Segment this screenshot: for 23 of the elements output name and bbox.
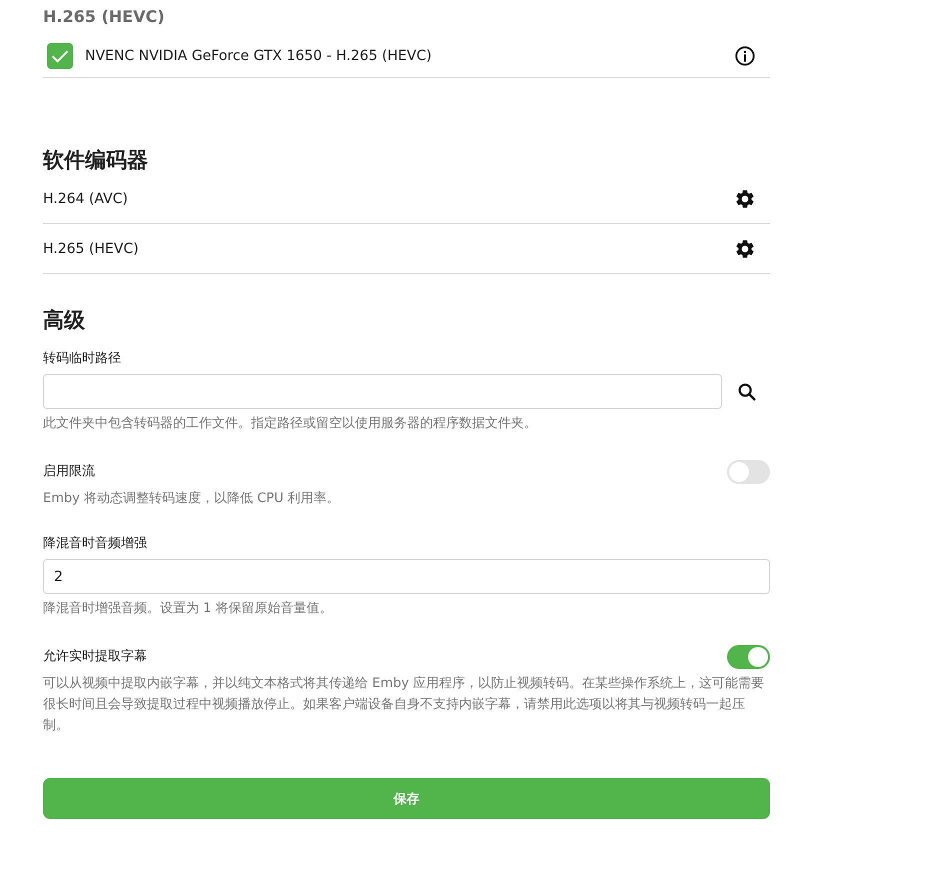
settings-icon[interactable] — [734, 188, 756, 210]
search-icon[interactable] — [736, 380, 758, 402]
checkbox[interactable] — [47, 43, 73, 69]
toggle-label: 允许实时提取字幕 — [43, 648, 147, 666]
settings-icon[interactable] — [734, 238, 756, 260]
field-label: 转码临时路径 — [43, 350, 122, 368]
help-text: 降混音时增强音频。设置为 1 将保留原始音量值。 — [43, 600, 334, 618]
help-text: 可以从视频中提取内嵌字幕，并以纯文本格式将其传递给 Emby 应用程序，以防止视频转码。在某些操作系统上，这可能需要很长时间且会导致提取过程中视频播放停止。如果客户端设备自身不支持内嵌字幕，请禁用此选项以将其与视频转码一起压制。 — [43, 675, 766, 735]
section-heading: 高级 — [43, 307, 86, 334]
section-heading: 软件编码器 — [43, 147, 149, 174]
info-icon[interactable] — [734, 45, 756, 67]
path-field[interactable] — [43, 374, 722, 409]
field-label: 降混音时音频增强 — [43, 535, 148, 553]
help-text: 此文件夹中包含转码器的工作文件。指定路径或留空以使用服务器的程序数据文件夹。 — [43, 415, 538, 433]
help-text: Emby 将动态调整转码速度，以降低 CPU 利用率。 — [43, 490, 341, 508]
encoder-label: H.264 (AVC) — [43, 190, 129, 206]
encoder-label: NVENC NVIDIA GeForce GTX 1650 - H.265 (HEVC) — [85, 48, 433, 64]
section-heading: H.265 (HEVC) — [43, 7, 166, 27]
number-field[interactable]: 2 — [43, 559, 770, 594]
toggle-switch[interactable] — [727, 645, 770, 669]
toggle-label: 启用限流 — [43, 463, 95, 481]
encoder-label: H.265 (HEVC) — [43, 240, 140, 256]
toggle-switch[interactable] — [727, 460, 770, 484]
